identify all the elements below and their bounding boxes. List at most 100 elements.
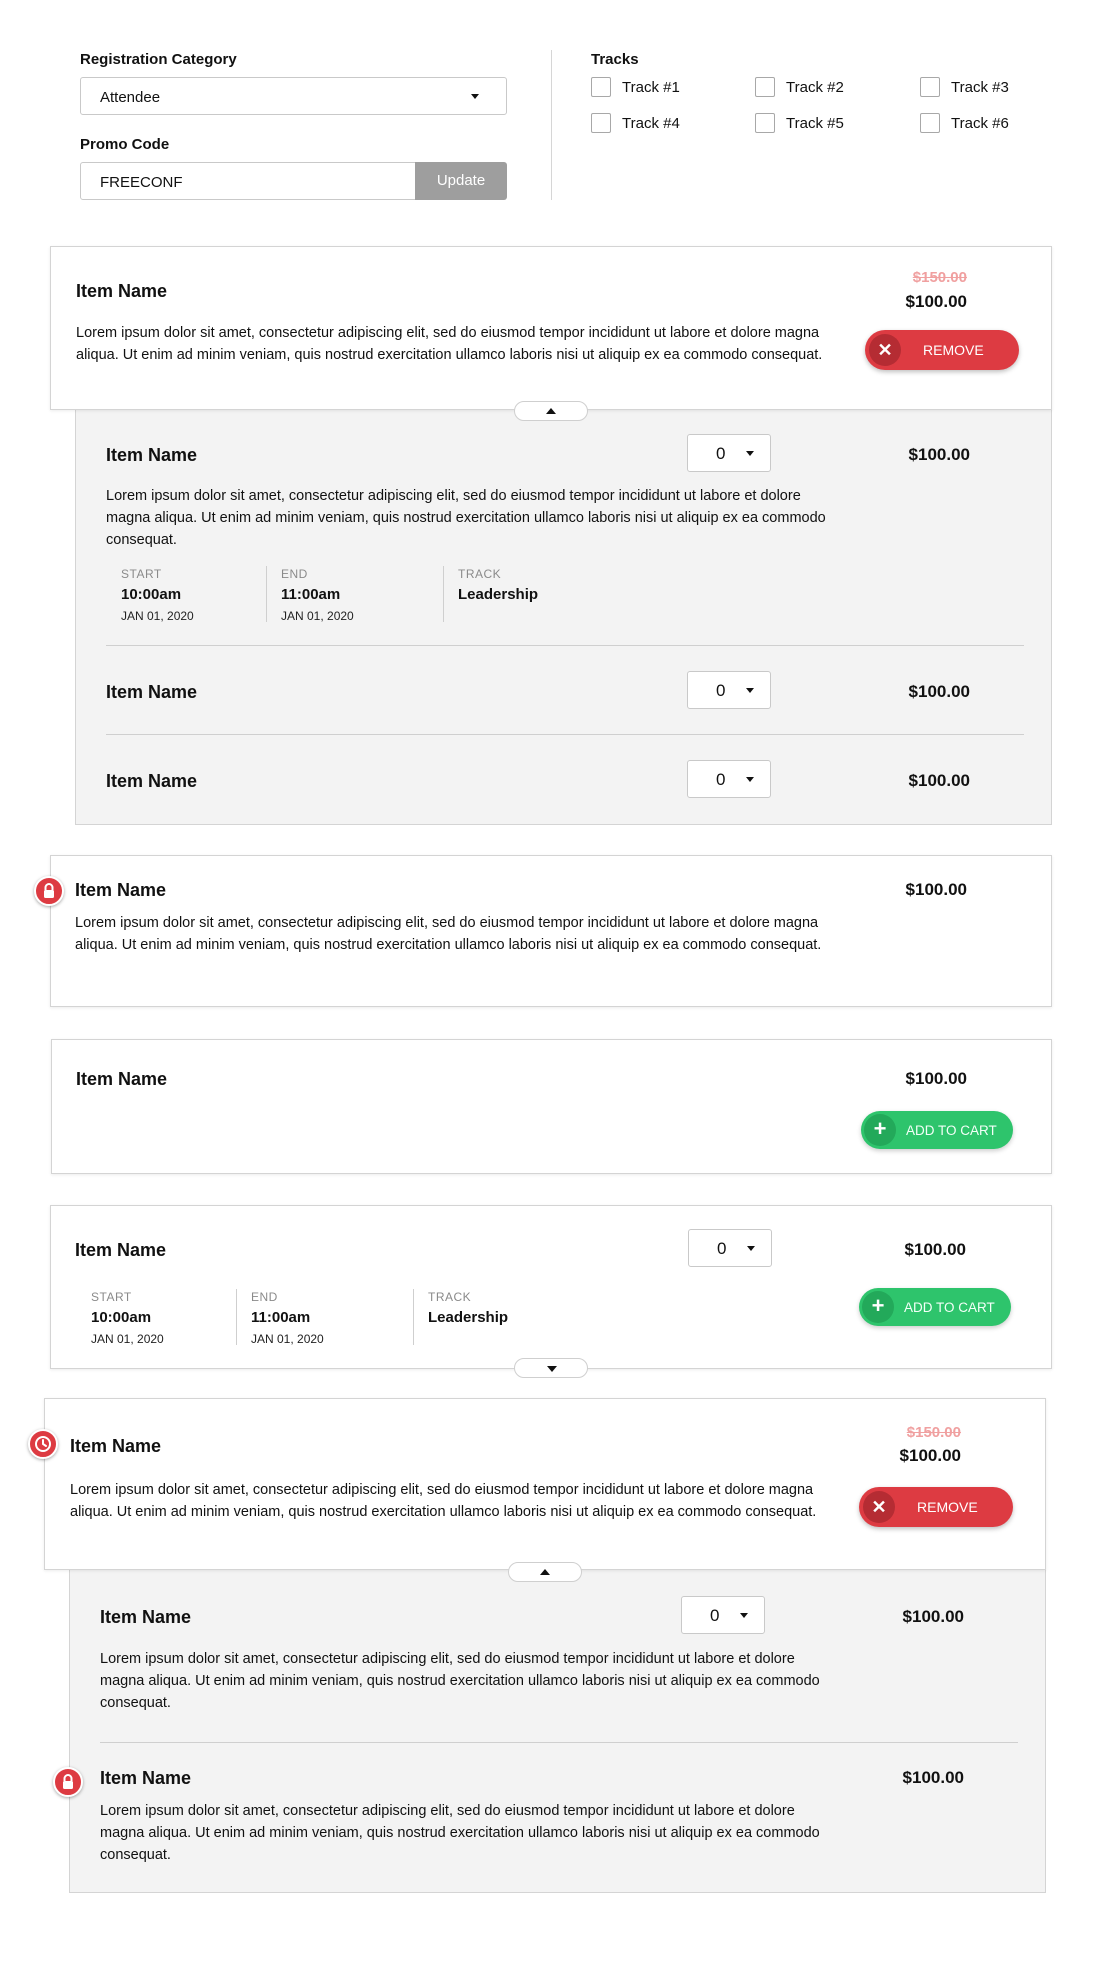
item-name: Item Name xyxy=(76,281,168,301)
row-divider xyxy=(100,1742,1018,1743)
clock-icon xyxy=(28,1429,58,1459)
track-1-label: Track #1 xyxy=(622,79,680,96)
subitem-price: $100.00 xyxy=(908,445,970,464)
tracks-label: Tracks xyxy=(591,51,639,68)
old-price: $150.00 xyxy=(906,1424,961,1441)
item-description: Lorem ipsum dolor sit amet, consectetur … xyxy=(76,325,823,363)
subitem-price: $100.00 xyxy=(902,1768,964,1787)
item-description: Lorem ipsum dolor sit amet, consectetur … xyxy=(75,915,822,953)
track-5-checkbox[interactable] xyxy=(755,113,775,133)
item-price: $100.00 xyxy=(899,1446,961,1465)
subitem-name: Item Name xyxy=(100,1607,192,1627)
chevron-down-icon xyxy=(471,94,479,99)
card-5: Item Name Lorem ipsum dolor sit amet, co… xyxy=(44,1398,1046,1570)
close-icon: ✕ xyxy=(863,1491,895,1523)
add-to-cart-button[interactable]: + ADD TO CART xyxy=(859,1288,1011,1326)
add-to-cart-label: ADD TO CART xyxy=(906,1123,997,1138)
start-date: JAN 01, 2020 xyxy=(91,1332,164,1346)
item-price: $100.00 xyxy=(905,1069,967,1088)
item-name: Item Name xyxy=(75,880,167,900)
card-1-subitems-panel xyxy=(75,405,1052,825)
track-6-label: Track #6 xyxy=(951,115,1009,132)
subitem-price: $100.00 xyxy=(908,771,970,790)
remove-button[interactable]: ✕ REMOVE xyxy=(865,330,1019,370)
track-4-label: Track #4 xyxy=(622,115,680,132)
chevron-down-icon xyxy=(747,1246,755,1251)
start-caption: START xyxy=(121,567,162,581)
plus-icon: + xyxy=(864,1114,896,1146)
track-1-checkbox[interactable] xyxy=(591,77,611,97)
registration-category-value: Attendee xyxy=(100,89,161,106)
quantity-value: 0 xyxy=(716,444,726,463)
quantity-select[interactable]: 0 xyxy=(681,1596,765,1634)
quantity-select[interactable]: 0 xyxy=(688,1229,772,1267)
add-to-cart-button[interactable]: + ADD TO CART xyxy=(861,1111,1013,1149)
registration-category-select[interactable]: Attendee xyxy=(80,77,507,115)
start-caption: START xyxy=(91,1290,132,1304)
start-date: JAN 01, 2020 xyxy=(121,609,194,623)
meta-divider xyxy=(236,1289,237,1345)
subitem-name: Item Name xyxy=(100,1768,192,1788)
row-divider xyxy=(106,645,1024,646)
remove-button[interactable]: ✕ REMOVE xyxy=(859,1487,1013,1527)
remove-label: REMOVE xyxy=(917,1499,978,1515)
remove-label: REMOVE xyxy=(923,342,984,358)
track-3-label: Track #3 xyxy=(951,79,1009,96)
quantity-value: 0 xyxy=(710,1606,720,1625)
track-3-checkbox[interactable] xyxy=(920,77,940,97)
update-button[interactable]: Update xyxy=(415,162,507,200)
old-price: $150.00 xyxy=(912,269,967,286)
lock-icon xyxy=(53,1767,83,1797)
promo-code-label: Promo Code xyxy=(80,136,170,153)
meta-divider xyxy=(443,566,444,622)
start-time: 10:00am xyxy=(121,586,182,603)
card-3: Item Name $100.00 + ADD TO CART xyxy=(51,1039,1052,1174)
quantity-select[interactable]: 0 xyxy=(687,671,771,709)
row-divider xyxy=(106,734,1024,735)
plus-icon: + xyxy=(862,1291,894,1323)
form-divider xyxy=(551,50,552,200)
expand-toggle[interactable] xyxy=(514,1358,588,1378)
subitem-description: Lorem ipsum dolor sit amet, consectetur … xyxy=(100,1651,820,1711)
track-caption: TRACK xyxy=(458,567,502,581)
item-price: $100.00 xyxy=(904,1240,966,1259)
end-caption: END xyxy=(251,1290,278,1304)
quantity-select[interactable]: 0 xyxy=(687,760,771,798)
end-date: JAN 01, 2020 xyxy=(281,609,354,623)
chevron-down-icon xyxy=(746,777,754,782)
item-description: Lorem ipsum dolor sit amet, consectetur … xyxy=(70,1482,817,1520)
track-4-checkbox[interactable] xyxy=(591,113,611,133)
end-caption: END xyxy=(281,567,308,581)
card-1: Item Name Lorem ipsum dolor sit amet, co… xyxy=(50,246,1052,410)
quantity-value: 0 xyxy=(716,770,726,789)
track-2-checkbox[interactable] xyxy=(755,77,775,97)
subitem-description: Lorem ipsum dolor sit amet, consectetur … xyxy=(100,1803,820,1863)
subitem-description: Lorem ipsum dolor sit amet, consectetur … xyxy=(106,488,826,548)
add-to-cart-label: ADD TO CART xyxy=(904,1300,995,1315)
track-2-label: Track #2 xyxy=(786,79,844,96)
meta-divider xyxy=(413,1289,414,1345)
track-6-checkbox[interactable] xyxy=(920,113,940,133)
subitem-name: Item Name xyxy=(106,682,198,702)
item-name: Item Name xyxy=(75,1240,167,1260)
item-name: Item Name xyxy=(70,1436,162,1456)
collapse-toggle[interactable] xyxy=(508,1562,582,1582)
lock-icon xyxy=(34,876,64,906)
quantity-value: 0 xyxy=(716,681,726,700)
chevron-down-icon xyxy=(746,451,754,456)
chevron-down-icon xyxy=(547,1366,557,1372)
track-value: Leadership xyxy=(428,1309,509,1326)
card-2-locked: Item Name Lorem ipsum dolor sit amet, co… xyxy=(50,855,1052,1007)
subitem-name: Item Name xyxy=(106,445,198,465)
collapse-toggle[interactable] xyxy=(514,401,588,421)
quantity-select[interactable]: 0 xyxy=(687,434,771,472)
chevron-up-icon xyxy=(546,408,556,414)
subitem-price: $100.00 xyxy=(908,682,970,701)
chevron-down-icon xyxy=(740,1613,748,1618)
chevron-down-icon xyxy=(746,688,754,693)
track-caption: TRACK xyxy=(428,1290,472,1304)
meta-divider xyxy=(266,566,267,622)
end-time: 11:00am xyxy=(251,1309,311,1326)
promo-code-input[interactable]: FREECONF xyxy=(80,162,416,200)
subitem-name: Item Name xyxy=(106,771,198,791)
